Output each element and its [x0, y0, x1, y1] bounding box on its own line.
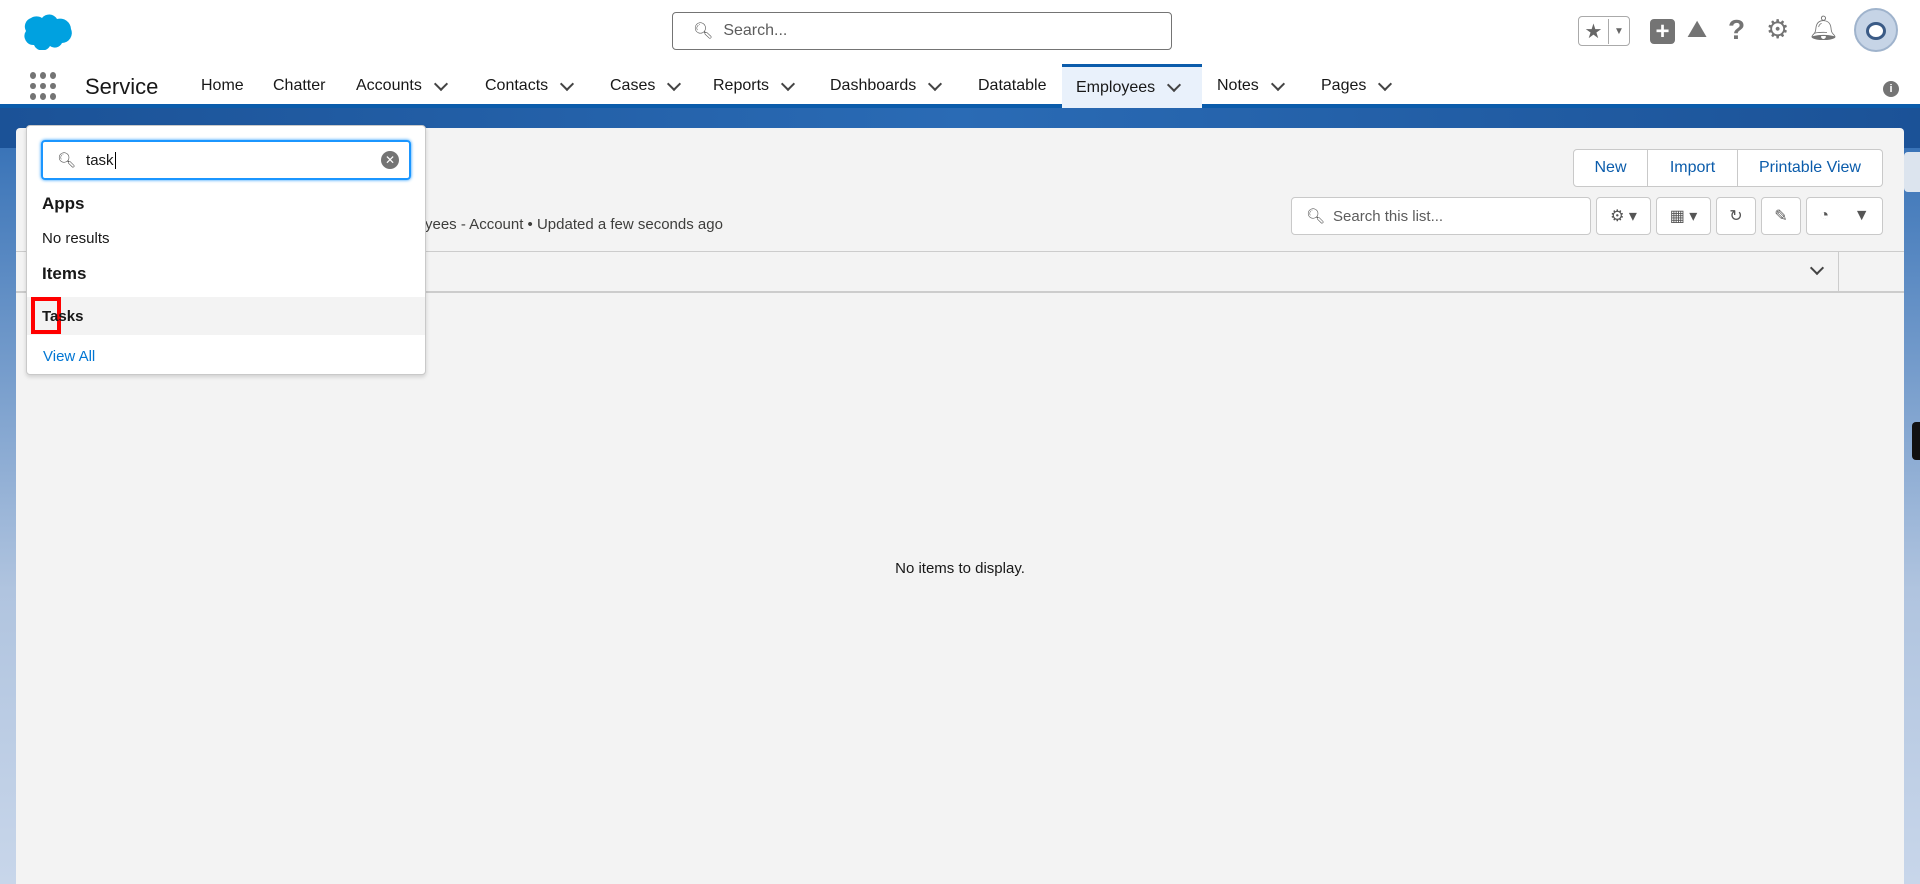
items-heading: Items	[42, 264, 87, 283]
apps-heading: Apps	[42, 194, 85, 213]
nav-tab-home[interactable]: Home	[201, 64, 244, 108]
result-item-tasks[interactable]: Tasks	[27, 297, 425, 335]
chevron-down-icon[interactable]	[1270, 76, 1285, 91]
search-icon: 🔍︎	[57, 152, 77, 169]
nav-tab-datatable[interactable]: Datatable	[978, 64, 1047, 108]
list-settings-button[interactable]: ⚙ ▾	[1596, 197, 1651, 235]
nav-tab-accounts[interactable]: Accounts	[356, 64, 448, 108]
view-all-link[interactable]: View All	[43, 348, 95, 365]
info-icon[interactable]: i	[1883, 81, 1899, 97]
trailhead-icon[interactable]: ⛰	[1687, 16, 1707, 44]
display-as-button[interactable]: ▦ ▾	[1656, 197, 1711, 235]
favorites-button[interactable]: ★ ▼	[1578, 16, 1630, 46]
column-divider	[1838, 252, 1839, 292]
import-button[interactable]: Import	[1648, 149, 1738, 187]
app-name: Service	[85, 74, 159, 99]
app-launcher-icon[interactable]	[30, 72, 58, 100]
printable-view-button[interactable]: Printable View	[1738, 149, 1883, 187]
nav-tab-pages[interactable]: Pages	[1321, 64, 1393, 108]
list-actions-group: New Import Printable View	[1573, 149, 1883, 187]
new-button[interactable]: New	[1573, 149, 1648, 187]
pie-chart-icon[interactable]: ◔	[1819, 207, 1829, 225]
empty-state-text: No items to display.	[895, 560, 1025, 577]
nav-tab-cases[interactable]: Cases	[610, 64, 682, 108]
search-icon: 🔍︎	[693, 23, 714, 40]
side-handle[interactable]	[1912, 422, 1920, 460]
edit-button[interactable]: ✎	[1761, 197, 1801, 235]
chevron-down-icon[interactable]	[433, 76, 448, 91]
chevron-down-icon[interactable]	[1167, 77, 1182, 93]
pencil-icon: ✎	[1774, 208, 1788, 225]
nav-tab-reports[interactable]: Reports	[713, 64, 796, 108]
nav-tab-dashboards[interactable]: Dashboards	[830, 64, 943, 108]
refresh-button[interactable]: ↻	[1716, 197, 1756, 235]
nav-tab-contacts[interactable]: Contacts	[485, 64, 575, 108]
clear-icon[interactable]: ✕	[381, 151, 399, 169]
chevron-down-icon[interactable]	[1378, 76, 1393, 91]
chevron-down-icon[interactable]	[560, 76, 575, 91]
global-actions-add-icon[interactable]: +	[1650, 19, 1675, 44]
notification-bell-icon[interactable]: 🔔︎	[1808, 14, 1838, 43]
launcher-search-input[interactable]: 🔍︎ task ✕	[41, 140, 411, 180]
chevron-down-icon[interactable]	[780, 76, 796, 91]
setup-gear-icon[interactable]: ⚙	[1766, 14, 1789, 45]
user-avatar[interactable]	[1854, 8, 1898, 52]
apps-no-results: No results	[42, 230, 110, 247]
app-launcher-dropdown: 🔍︎ task ✕ Apps No results Items Tasks Vi…	[26, 125, 426, 375]
refresh-icon: ↻	[1729, 208, 1743, 225]
nav-tab-notes[interactable]: Notes	[1217, 64, 1285, 108]
chevron-down-icon[interactable]	[928, 76, 943, 91]
search-icon: 🔍︎	[1306, 208, 1326, 225]
nav-tab-employees[interactable]: Employees	[1062, 64, 1202, 108]
global-search-input[interactable]: 🔍︎ Search...	[672, 12, 1172, 50]
nav-tab-chatter[interactable]: Chatter	[273, 64, 325, 108]
side-panel-toggle[interactable]	[1904, 152, 1920, 192]
salesforce-logo[interactable]	[20, 12, 74, 50]
chevron-down-icon[interactable]	[667, 76, 682, 91]
star-icon: ★	[1579, 18, 1609, 44]
list-subtitle: yees - Account • Updated a few seconds a…	[425, 216, 723, 233]
chart-filter-group: ◔ ▼	[1806, 197, 1883, 235]
caret-down-icon: ▼	[1614, 25, 1624, 37]
list-search-input[interactable]: 🔍︎ Search this list...	[1291, 197, 1591, 235]
table-icon: ▦ ▾	[1669, 208, 1698, 225]
filter-icon[interactable]: ▼	[1854, 207, 1870, 225]
gear-icon: ⚙ ▾	[1610, 208, 1637, 225]
help-icon[interactable]: ?	[1728, 14, 1745, 46]
